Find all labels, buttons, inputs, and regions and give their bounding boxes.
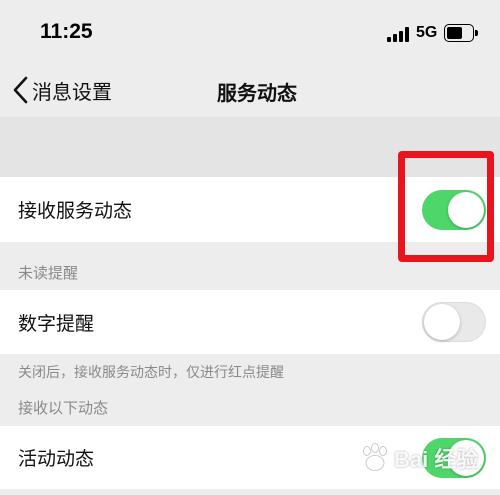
watermark-text: Bai 经验 (394, 447, 479, 472)
digit-reminder-toggle[interactable] (422, 302, 486, 342)
baidu-watermark: Bai 经验 (358, 440, 498, 476)
page-title: 服务动态 (217, 81, 297, 105)
digit-reminder-hint: 关闭后，接收服务动态时，仅进行红点提醒 (18, 365, 284, 381)
receive-section-label: 接收以下动态 (18, 399, 109, 417)
highlight-box (398, 151, 494, 262)
battery-tip (475, 30, 478, 36)
digit-reminder-label: 数字提醒 (18, 312, 95, 335)
navigation-bar: 消息设置 服务动态 (0, 65, 500, 117)
receive-service-label: 接收服务动态 (18, 200, 133, 222)
battery-icon (444, 24, 474, 42)
status-bar: 11:25 5G (0, 0, 500, 65)
network-type: 5G (416, 24, 438, 41)
bottom-edge (0, 489, 500, 495)
status-time: 11:25 (40, 20, 93, 43)
activity-label: 活动动态 (18, 448, 95, 470)
paw-icon (363, 443, 387, 471)
toggle-knob (424, 304, 460, 340)
battery-fill (447, 27, 462, 39)
digit-reminder-row: 数字提醒 (0, 290, 500, 354)
unread-section-label: 未读提醒 (18, 264, 79, 282)
cellular-signal-icon (387, 26, 411, 42)
